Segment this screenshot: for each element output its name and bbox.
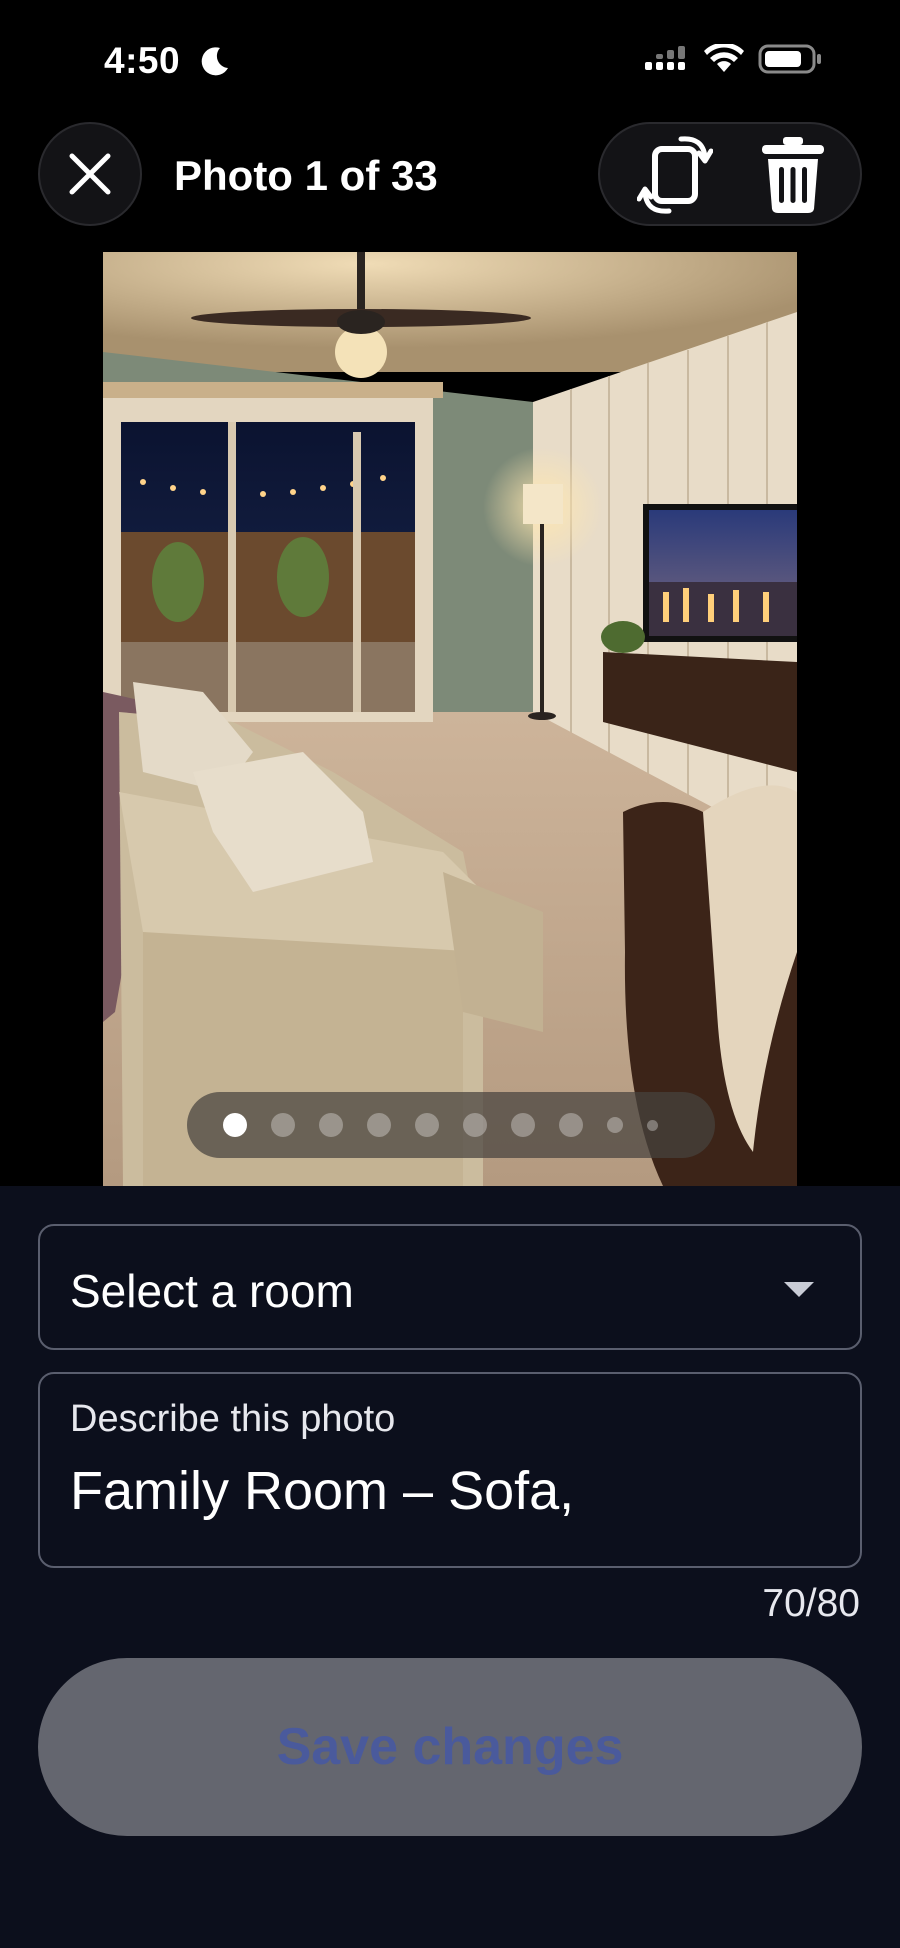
wifi-icon [704,44,744,72]
pager-dot[interactable] [319,1113,343,1137]
pager-dot[interactable] [559,1113,583,1137]
status-time: 4:50 [104,40,181,81]
battery-icon [758,44,821,74]
status-bar: 4:50 [0,0,900,120]
photo-pager[interactable] [187,1092,715,1158]
room-photo[interactable] [103,252,797,1186]
rotate-icon [637,136,713,214]
moon-icon [201,47,228,76]
photo-viewer-header: Photo 1 of 33 [0,118,900,234]
character-counter: 70/80 [762,1582,860,1625]
status-icons [644,44,822,74]
pager-dot[interactable] [271,1113,295,1137]
pager-dot[interactable] [511,1113,535,1137]
close-button[interactable] [38,122,142,226]
page-title: Photo 1 of 33 [174,152,438,199]
photo-description-field[interactable]: Describe this photo Family Room – Sofa, [38,1372,862,1568]
trash-icon [762,137,824,213]
pager-dot[interactable] [223,1113,247,1137]
close-icon [69,153,111,195]
pager-dot[interactable] [367,1113,391,1137]
room-photo-image [103,252,797,1186]
photo-details-panel: Select a room Describe this photo Family… [0,1186,900,1948]
room-select[interactable]: Select a room [38,1224,862,1350]
pager-dot[interactable] [607,1117,623,1133]
delete-button[interactable] [748,130,838,220]
description-label: Describe this photo [70,1398,396,1440]
room-select-value: Select a room [70,1265,354,1317]
chevron-down-icon [784,1282,814,1297]
header-actions [598,122,862,226]
signal-icon [645,46,685,70]
rotate-button[interactable] [630,130,720,220]
description-input[interactable]: Family Room – Sofa, [70,1460,574,1522]
pager-dot[interactable] [647,1119,658,1131]
pager-dot[interactable] [463,1113,487,1137]
save-button[interactable]: Save changes [38,1658,862,1836]
pager-dot[interactable] [415,1113,439,1137]
